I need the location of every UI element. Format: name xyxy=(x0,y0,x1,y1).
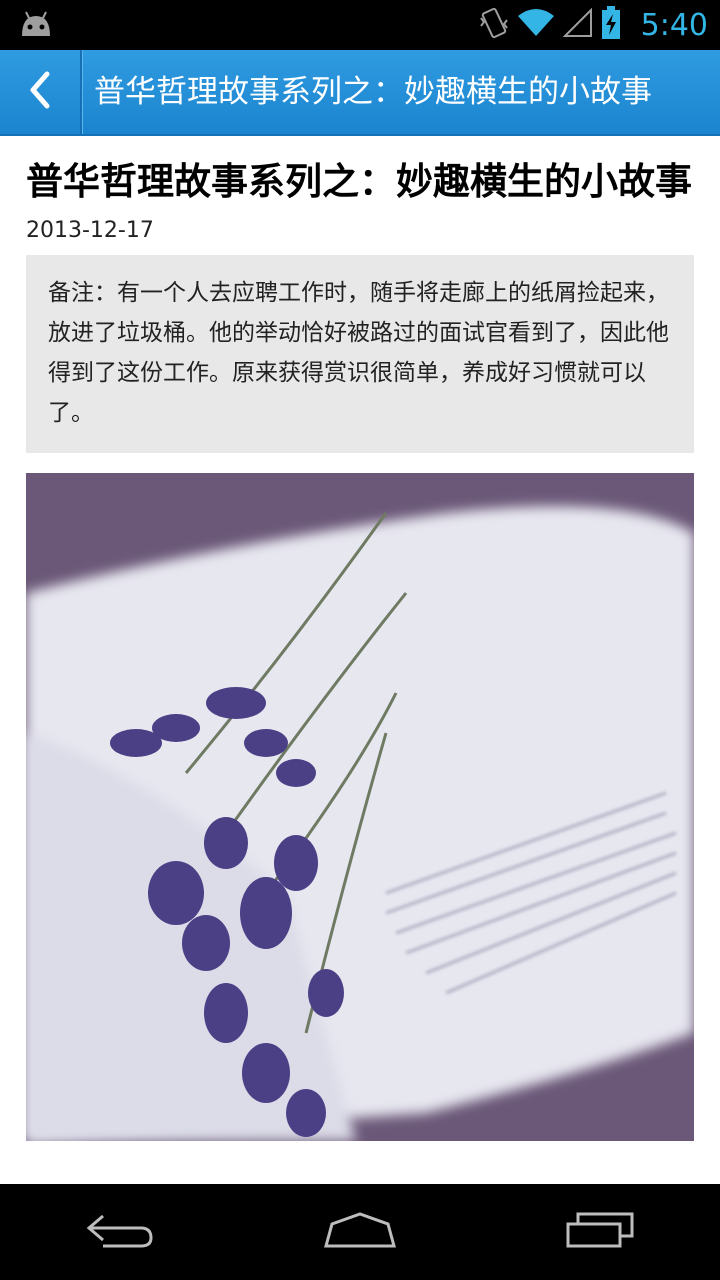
navigation-bar xyxy=(0,1184,720,1280)
article-title: 普华哲理故事系列之：妙趣横生的小故事 xyxy=(26,160,692,203)
nav-recent-apps-button[interactable] xyxy=(540,1197,660,1267)
status-bar: 5:40 xyxy=(0,0,720,50)
clock: 5:40 xyxy=(640,7,708,43)
back-icon xyxy=(85,1210,155,1254)
wifi-icon xyxy=(517,8,555,42)
recent-apps-icon xyxy=(564,1210,636,1254)
article: 普华哲理故事系列之：妙趣横生的小故事 2013-12-17 备注：有一个人去应聘… xyxy=(26,134,694,1141)
article-photo[interactable] xyxy=(26,473,694,1141)
action-bar-title: 普华哲理故事系列之：妙趣横生的小故事 xyxy=(94,74,652,110)
article-date: 2013-12-17 xyxy=(26,218,154,243)
nav-home-button[interactable] xyxy=(300,1197,420,1267)
home-icon xyxy=(322,1210,398,1254)
nav-back-button[interactable] xyxy=(60,1197,180,1267)
open-book-lavender-photo xyxy=(26,473,694,1141)
vibrate-icon xyxy=(479,6,509,44)
action-bar: 普华哲理故事系列之：妙趣横生的小故事 xyxy=(0,50,720,136)
signal-icon xyxy=(562,7,593,42)
back-button[interactable] xyxy=(0,50,80,134)
android-icon xyxy=(18,10,54,42)
chevron-left-icon xyxy=(27,70,53,114)
article-note: 备注：有一个人去应聘工作时，随手将走廊上的纸屑捡起来，放进了垃圾桶。他的举动恰好… xyxy=(26,255,694,453)
battery-charging-icon xyxy=(601,6,621,44)
action-bar-divider xyxy=(80,50,82,134)
